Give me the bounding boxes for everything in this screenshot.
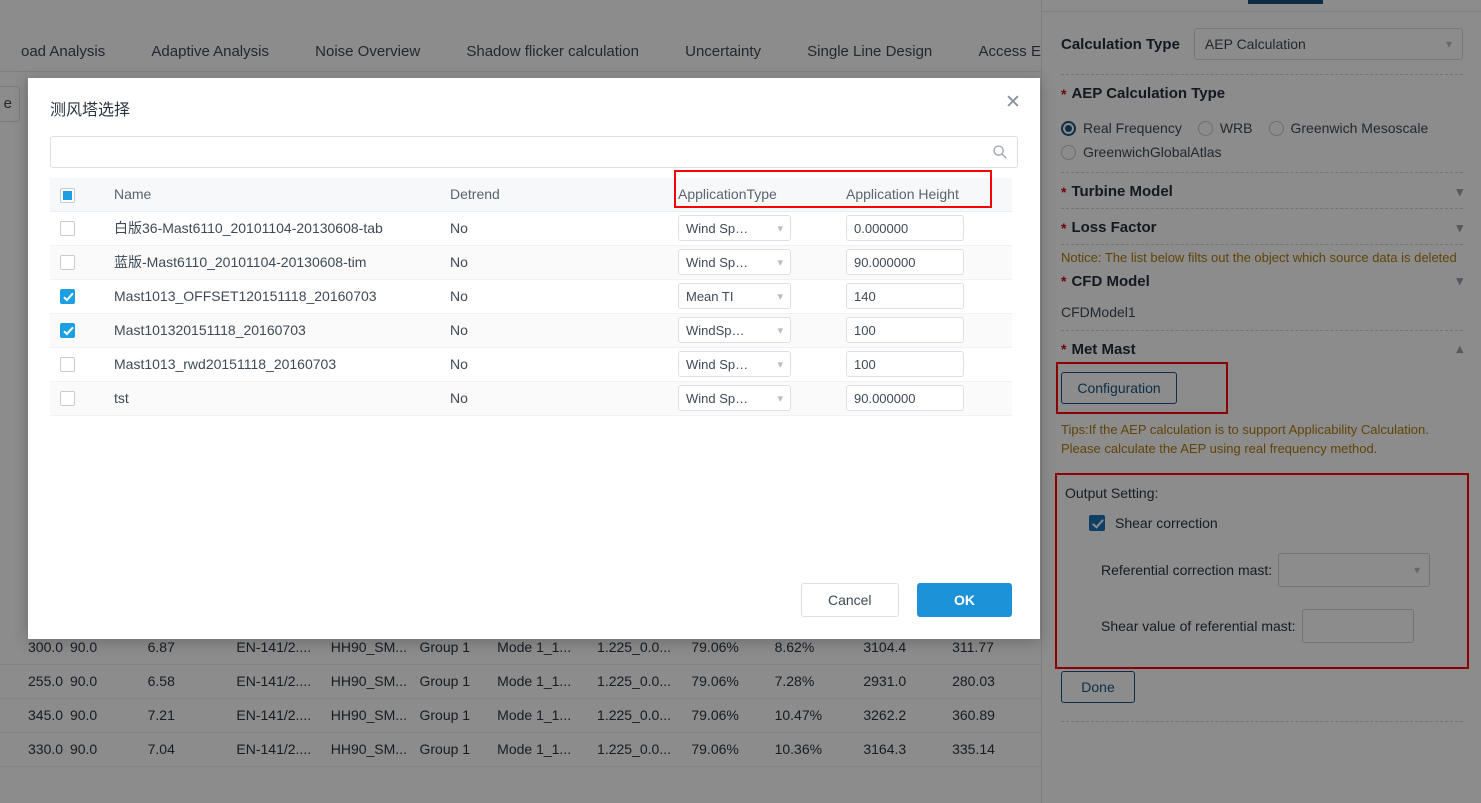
application-height-input[interactable]: [846, 283, 964, 309]
application-type-value: Wind Sp…: [686, 390, 749, 406]
close-icon[interactable]: ✕: [1000, 90, 1026, 116]
row-checkbox[interactable]: [60, 391, 75, 407]
row-application-type-cell: Wind Sp… ▾: [668, 347, 836, 382]
column-header-application-height[interactable]: Application Height: [836, 178, 1012, 212]
row-application-type-cell: Mean TI ▾: [668, 279, 836, 314]
application-type-select[interactable]: Mean TI ▾: [678, 283, 791, 309]
chevron-down-icon: ▾: [777, 324, 783, 337]
row-checkbox[interactable]: [60, 221, 75, 237]
row-name: 白版36-Mast6110_20101104-20130608-tab: [104, 211, 440, 246]
select-all-header: [50, 178, 104, 212]
chevron-down-icon: ▾: [777, 256, 783, 269]
application-type-value: Wind Sp…: [686, 220, 749, 236]
application-height-input[interactable]: [846, 215, 964, 241]
row-application-height-cell: [836, 347, 1012, 382]
column-header-detrend[interactable]: Detrend: [440, 178, 668, 212]
application-type-select[interactable]: WindSp… ▾: [678, 317, 791, 343]
dialog-title: 测风塔选择: [50, 102, 131, 119]
met-mast-selection-dialog: 测风塔选择 ✕ Name Detrend ApplicationType App…: [28, 78, 1040, 639]
mast-table-body: 白版36-Mast6110_20101104-20130608-tab No W…: [50, 211, 1012, 416]
row-detrend: No: [440, 245, 668, 280]
search-icon[interactable]: [992, 144, 1008, 160]
column-header-name[interactable]: Name: [104, 178, 440, 212]
chevron-down-icon: ▾: [777, 222, 783, 235]
chevron-down-icon: ▾: [777, 358, 783, 371]
search-input[interactable]: [51, 137, 1017, 167]
row-detrend: No: [440, 347, 668, 382]
row-checkbox-cell: [50, 347, 104, 382]
row-checkbox-cell: [50, 381, 104, 416]
column-header-application-type[interactable]: ApplicationType: [668, 178, 836, 212]
application-type-value: Mean TI: [686, 288, 734, 304]
row-application-type-cell: Wind Sp… ▾: [668, 381, 836, 416]
row-checkbox[interactable]: [60, 357, 75, 373]
row-detrend: No: [440, 381, 668, 416]
application-type-value: Wind Sp…: [686, 254, 749, 270]
row-detrend: No: [440, 313, 668, 348]
row-name: tst: [104, 381, 440, 416]
row-detrend: No: [440, 279, 668, 314]
application-type-select[interactable]: Wind Sp… ▾: [678, 351, 791, 377]
mast-table-wrap: Name Detrend ApplicationType Application…: [50, 178, 1012, 416]
ok-button[interactable]: OK: [917, 583, 1012, 617]
select-all-checkbox[interactable]: [60, 187, 75, 203]
row-detrend: No: [440, 211, 668, 246]
row-checkbox-cell: [50, 279, 104, 314]
app-root: oad Analysis Adaptive Analysis Noise Ove…: [0, 0, 1481, 803]
table-row[interactable]: 蓝版-Mast6110_20101104-20130608-tim No Win…: [50, 245, 1012, 280]
cancel-button[interactable]: Cancel: [800, 583, 899, 617]
application-height-input[interactable]: [846, 249, 964, 275]
row-checkbox-cell: [50, 211, 104, 246]
row-checkbox[interactable]: [60, 289, 75, 305]
application-height-input[interactable]: [846, 385, 964, 411]
row-name: 蓝版-Mast6110_20101104-20130608-tim: [104, 245, 440, 280]
row-name: Mast101320151118_20160703: [104, 313, 440, 348]
row-application-height-cell: [836, 211, 1012, 246]
application-type-select[interactable]: Wind Sp… ▾: [678, 249, 791, 275]
row-checkbox[interactable]: [60, 323, 75, 339]
table-row[interactable]: tst No Wind Sp… ▾: [50, 381, 1012, 416]
row-name: Mast1013_OFFSET120151118_20160703: [104, 279, 440, 314]
mast-table-header-row: Name Detrend ApplicationType Application…: [50, 178, 1012, 212]
row-application-height-cell: [836, 381, 1012, 416]
chevron-down-icon: ▾: [777, 392, 783, 405]
application-type-value: Wind Sp…: [686, 356, 749, 372]
row-checkbox[interactable]: [60, 255, 75, 271]
application-type-select[interactable]: Wind Sp… ▾: [678, 385, 791, 411]
row-application-type-cell: Wind Sp… ▾: [668, 245, 836, 280]
row-checkbox-cell: [50, 245, 104, 280]
application-height-input[interactable]: [846, 317, 964, 343]
row-application-type-cell: Wind Sp… ▾: [668, 211, 836, 246]
row-name: Mast1013_rwd20151118_20160703: [104, 347, 440, 382]
table-row[interactable]: Mast101320151118_20160703 No WindSp… ▾: [50, 313, 1012, 348]
table-row[interactable]: Mast1013_rwd20151118_20160703 No Wind Sp…: [50, 347, 1012, 382]
mast-table-head: Name Detrend ApplicationType Application…: [50, 178, 1012, 212]
dialog-footer: Cancel OK: [800, 583, 1012, 617]
row-application-height-cell: [836, 245, 1012, 280]
application-height-input[interactable]: [846, 351, 964, 377]
mast-table: Name Detrend ApplicationType Application…: [50, 178, 1012, 416]
row-application-type-cell: WindSp… ▾: [668, 313, 836, 348]
row-checkbox-cell: [50, 313, 104, 348]
row-application-height-cell: [836, 313, 1012, 348]
search-box: [50, 136, 1018, 168]
chevron-down-icon: ▾: [777, 290, 783, 303]
application-type-select[interactable]: Wind Sp… ▾: [678, 215, 791, 241]
row-application-height-cell: [836, 279, 1012, 314]
table-row[interactable]: 白版36-Mast6110_20101104-20130608-tab No W…: [50, 211, 1012, 246]
table-row[interactable]: Mast1013_OFFSET120151118_20160703 No Mea…: [50, 279, 1012, 314]
application-type-value: WindSp…: [686, 322, 745, 338]
